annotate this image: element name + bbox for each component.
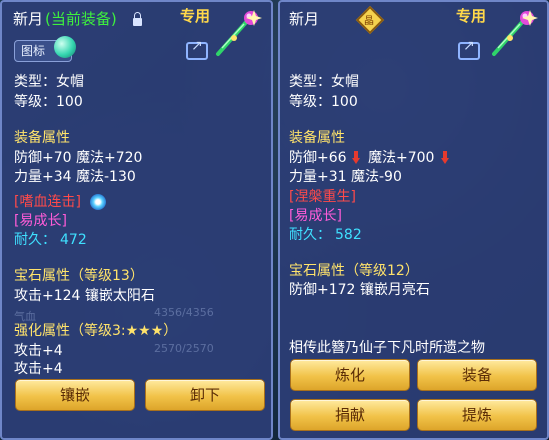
durability-value: 472: [60, 232, 87, 248]
bg-hp-text: 4356/4356: [154, 306, 214, 319]
seal-glyph: 晶: [363, 16, 374, 28]
attr-line-1: 防御+70 魔法+720: [14, 150, 143, 166]
nirvana-tag: [涅槃重生]: [289, 189, 356, 205]
exclusive-label: 专用: [180, 7, 211, 25]
enhance-line-1: 攻击+4: [14, 343, 63, 359]
durability-label: 耐久：: [14, 232, 56, 248]
skill-tag: [嗜血连击]: [14, 194, 81, 210]
enhance-attr-title: 强化属性（等级3:★★★）: [14, 323, 178, 339]
type-line: 类型：女帽: [14, 74, 84, 90]
hairpin-item-icon: [492, 10, 538, 56]
share-icon[interactable]: [186, 38, 208, 60]
refine-button[interactable]: 炼化: [290, 359, 410, 391]
inlay-button[interactable]: 镶嵌: [15, 379, 135, 411]
current-equipment-panel: 4356/4356 2570/2570 气血 新月 (当前装备) 专用 图标 类…: [0, 0, 273, 440]
item-name: 新月: [289, 10, 320, 28]
gem-attr-title: 宝石属性（等级12）: [289, 263, 419, 279]
attr-line-1b: 魔法+700: [368, 150, 435, 166]
donate-button[interactable]: 捐献: [290, 399, 410, 431]
gem-line: 攻击+124 镶嵌太阳石: [14, 288, 155, 304]
decrease-arrow-icon: [352, 151, 360, 164]
exclusive-label: 专用: [456, 7, 487, 25]
equip-button[interactable]: 装备: [417, 359, 537, 391]
share-icon[interactable]: [458, 38, 480, 60]
item-name: 新月: [13, 10, 44, 28]
orb-icon[interactable]: [54, 36, 76, 58]
gem-attr-title: 宝石属性（等级13）: [14, 268, 144, 284]
hairpin-item-icon: [216, 10, 262, 56]
equip-attr-title: 装备属性: [289, 130, 345, 146]
attr-line-2: 力量+34 魔法-130: [14, 169, 136, 185]
enhance-line-2: 攻击+4: [14, 361, 63, 377]
level-line: 等级：100: [14, 94, 83, 110]
growth-tag: [易成长]: [289, 208, 342, 224]
durability-value: 582: [335, 227, 362, 243]
growth-tag: [易成长]: [14, 213, 67, 229]
type-line: 类型：女帽: [289, 74, 359, 90]
lock-icon[interactable]: [133, 12, 142, 26]
extract-button[interactable]: 提炼: [417, 399, 537, 431]
equip-attr-title: 装备属性: [14, 130, 70, 146]
attr-line-2: 力量+31 魔法-90: [289, 169, 402, 185]
seal-icon: 晶: [355, 5, 385, 35]
durability-label: 耐久：: [289, 227, 331, 243]
gem-line: 防御+172 镶嵌月亮石: [289, 282, 430, 298]
decrease-arrow-icon: [441, 151, 449, 164]
spiral-skill-icon: [90, 194, 106, 210]
level-line: 等级：100: [289, 94, 358, 110]
attr-line-1a: 防御+66: [289, 150, 347, 166]
unequip-button[interactable]: 卸下: [145, 379, 265, 411]
bg-mp-text: 2570/2570: [154, 342, 214, 355]
equipped-status: (当前装备): [45, 10, 117, 28]
item-description: 相传此簪乃仙子下凡时所遗之物: [289, 340, 485, 356]
compare-equipment-panel: 新月 晶 专用 类型：女帽 等级：100 装备属性 防御+66 魔法+700 力…: [278, 0, 549, 440]
